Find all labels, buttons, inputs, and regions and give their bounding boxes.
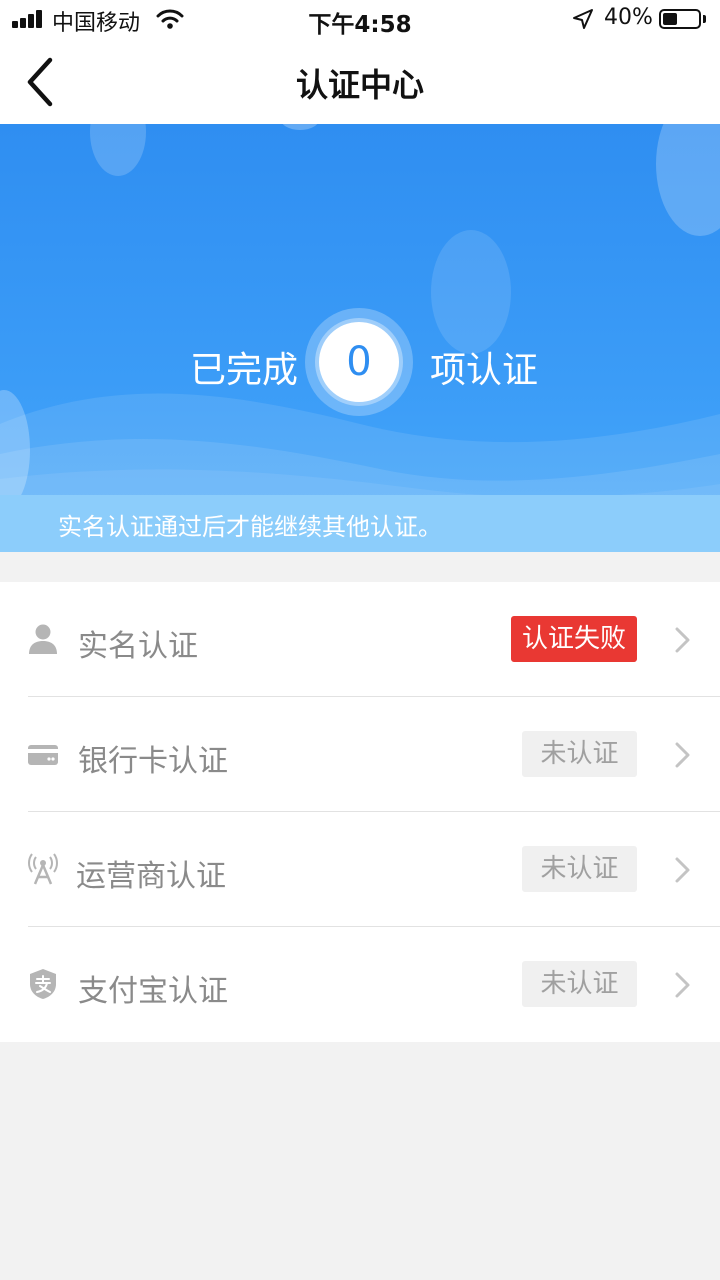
- list-item-label: 银行卡认证: [78, 744, 228, 779]
- list-item-label: 运营商认证: [76, 859, 226, 894]
- chevron-right-icon: [675, 972, 690, 998]
- completed-prefix: 已完成: [190, 350, 299, 391]
- certification-list: 实名认证 认证失败 银行卡认证 未认证 运营商认证 未认证 支付宝认证 未认证: [0, 582, 720, 1042]
- completed-count: 0: [319, 322, 399, 402]
- status-badge: 未认证: [522, 961, 637, 1007]
- alipay-shield-icon: [30, 969, 56, 999]
- list-item-label: 支付宝认证: [78, 974, 228, 1009]
- list-item-carrier[interactable]: 运营商认证 未认证: [0, 812, 720, 927]
- status-badge: 未认证: [522, 731, 637, 777]
- status-bar: 中国移动 下午4:58 40%: [0, 0, 720, 40]
- navigation-bar: 认证中心: [0, 40, 720, 124]
- notice-bar: 实名认证通过后才能继续其他认证。: [0, 495, 720, 552]
- signal-tower-icon: [28, 853, 58, 885]
- location-arrow-icon: [573, 9, 593, 29]
- chevron-right-icon: [675, 857, 690, 883]
- battery-icon: [659, 9, 701, 29]
- battery-percent: 40%: [604, 5, 653, 30]
- list-item-alipay[interactable]: 支付宝认证 未认证: [0, 927, 720, 1042]
- notice-text: 实名认证通过后才能继续其他认证。: [58, 513, 442, 541]
- status-badge: 未认证: [522, 846, 637, 892]
- bank-card-icon: [28, 745, 58, 765]
- chevron-right-icon: [675, 742, 690, 768]
- list-item-bank-card[interactable]: 银行卡认证 未认证: [0, 697, 720, 812]
- chevron-right-icon: [675, 627, 690, 653]
- person-icon: [29, 624, 57, 654]
- list-item-label: 实名认证: [78, 629, 198, 664]
- completed-suffix: 项认证: [430, 350, 539, 391]
- completed-count-circle: 0: [305, 308, 413, 416]
- page-title: 认证中心: [295, 66, 424, 104]
- list-item-realname[interactable]: 实名认证 认证失败: [0, 582, 720, 697]
- completed-count-row: 已完成 0 项认证: [0, 307, 720, 419]
- certification-banner: 已完成 0 项认证 实名认证通过后才能继续其他认证。: [0, 124, 720, 552]
- battery-tip: [703, 15, 706, 23]
- status-badge: 认证失败: [511, 616, 637, 662]
